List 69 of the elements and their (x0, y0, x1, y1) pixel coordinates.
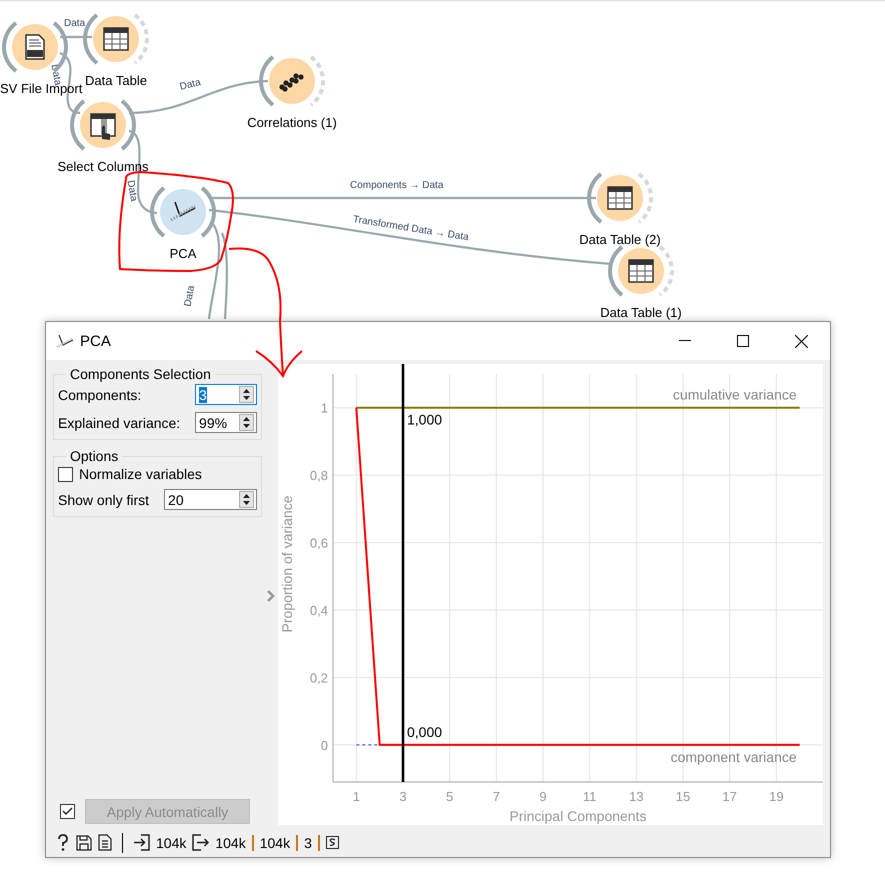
tick-label: 13 (629, 789, 644, 804)
table-icon (628, 259, 654, 283)
status-text: 104k (215, 834, 246, 850)
spin-box[interactable]: 20 (164, 489, 258, 510)
save-icon[interactable] (76, 834, 92, 850)
tick-label: 0,2 (310, 670, 328, 686)
help-icon[interactable] (56, 834, 70, 852)
spin-box[interactable]: 99% (195, 412, 258, 433)
spin-arrows-icon[interactable] (239, 491, 254, 508)
table-icon (607, 186, 633, 210)
tick-label: 0,4 (310, 603, 328, 618)
annotation-label: 0,000 (407, 724, 442, 740)
widget-label: Select Columns (57, 159, 149, 174)
checkbox[interactable] (58, 466, 73, 482)
tick-label: 15 (676, 789, 690, 804)
axis-title: Principal Components (510, 808, 646, 824)
group-title: Options (69, 448, 120, 464)
close-icon[interactable] (794, 334, 808, 348)
csv-file-icon (25, 34, 45, 60)
link-label: Data (64, 18, 86, 29)
link-label: Components → Data (350, 180, 444, 191)
widget-label: Data Table (2) (579, 232, 661, 247)
script-icon[interactable] (326, 836, 339, 849)
link-label: Data (178, 77, 202, 93)
widget-label: Data Table (1) (600, 305, 682, 320)
link-label: Transformed Data → Data (352, 214, 470, 244)
table-icon (103, 27, 129, 51)
group-title: Components Selection (69, 366, 212, 382)
field-label: Components: (58, 386, 142, 402)
axes-scatter-icon (56, 333, 74, 349)
status-text: 3 (304, 834, 312, 850)
annotation-label: 1,000 (407, 412, 442, 428)
window-title: PCA (80, 332, 112, 350)
axis-title: Proportion of variance (279, 496, 295, 632)
tick-label: 1 (352, 789, 360, 804)
tick-label: 0,6 (310, 536, 328, 551)
table-pointer-icon (90, 113, 116, 140)
spin-arrows-icon[interactable] (239, 386, 254, 403)
tick-label: 1 (320, 400, 328, 416)
document-icon[interactable] (98, 834, 112, 851)
spin-arrows-icon[interactable] (239, 414, 254, 431)
input-icon (133, 834, 150, 851)
tick-label: 0,8 (310, 468, 328, 484)
maximize-icon[interactable] (737, 335, 749, 347)
axes-scatter-icon (170, 202, 196, 222)
tick-label: 19 (769, 789, 784, 804)
spin-box[interactable]: 3 (195, 384, 258, 405)
tick-label: 5 (446, 789, 454, 804)
tick-label: 17 (722, 789, 737, 804)
link-label: Data (182, 284, 198, 308)
checkbox-label: Normalize variables (79, 466, 202, 482)
minimize-icon[interactable] (679, 340, 691, 342)
link-label: Data (124, 180, 140, 202)
widget-label: Correlations (1) (247, 115, 337, 130)
tick-label: 9 (539, 789, 547, 804)
tick-label: 11 (582, 789, 596, 804)
status-text: 104k (156, 834, 186, 850)
widget-label: PCA (170, 246, 196, 261)
field-label: Show only first (58, 492, 150, 508)
series-label: component variance (670, 748, 797, 765)
tick-label: 3 (399, 789, 407, 804)
series-label: cumulative variance (672, 386, 797, 403)
tick-label: 0 (320, 738, 328, 753)
field-label: Explained variance: (58, 414, 180, 430)
output-icon (192, 834, 210, 851)
scatter-dots-icon (279, 73, 304, 92)
tick-label: 7 (492, 789, 500, 804)
widget-label: Data Table (85, 73, 147, 88)
status-text: 104k (260, 834, 290, 850)
